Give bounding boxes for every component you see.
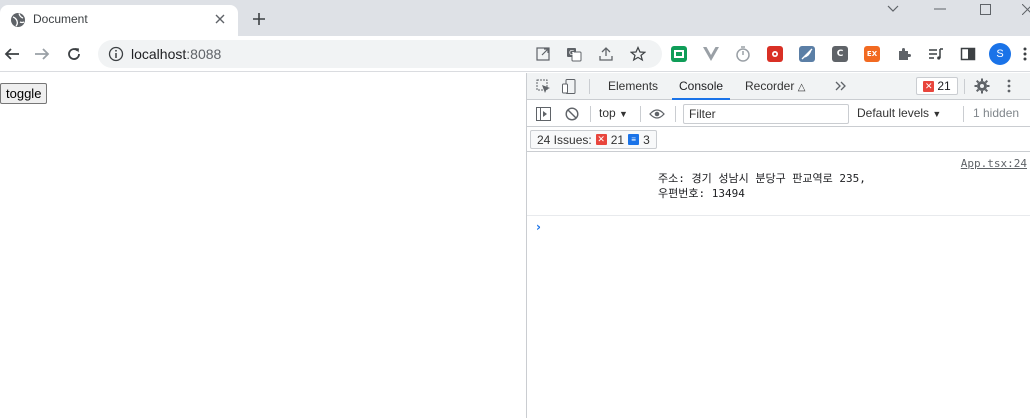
context-value: top <box>599 106 616 120</box>
tab-console[interactable]: Console <box>672 73 731 100</box>
log-levels-value: Default levels <box>857 106 930 120</box>
log-message: 주소: 경기 성남시 분당구 판교역로 235, 우편번호: 13494 <box>658 171 866 201</box>
tab-title: Document <box>33 12 88 26</box>
issues-info-count: 3 <box>643 132 650 147</box>
extensions-puzzle-icon[interactable] <box>896 46 912 62</box>
issues-button[interactable]: 24 Issues: ✕ 21 ≡ 3 <box>530 130 657 149</box>
toggle-button[interactable]: toggle <box>0 83 48 104</box>
url-port: :8088 <box>186 46 222 62</box>
devtools-tabbar: Elements Console Recorder △ ✕ 21 <box>527 73 1030 100</box>
separator <box>964 79 965 94</box>
separator <box>640 106 641 122</box>
inspect-element-icon[interactable] <box>535 78 551 94</box>
vue-devtools-extension-icon[interactable] <box>703 46 719 62</box>
tab-recorder[interactable]: Recorder △ <box>745 73 805 100</box>
c-extension-icon[interactable]: C <box>832 46 848 62</box>
bookmark-star-icon[interactable] <box>630 46 646 62</box>
sidebar-toggle-icon[interactable] <box>535 106 551 122</box>
svg-text:G: G <box>569 49 574 57</box>
forward-arrow-icon[interactable] <box>32 44 52 64</box>
console-toolbar: top ▼ Default levels ▼ 1 hidden <box>527 101 1030 127</box>
browser-toolbar: localhost:8088 G C EX S <box>0 36 1030 72</box>
maximize-icon[interactable] <box>970 0 1000 18</box>
side-panel-icon[interactable] <box>960 46 976 62</box>
console-log-entry: App.tsx:24 주소: 경기 성남시 분당구 판교역로 235, 우편번호:… <box>527 153 1030 216</box>
separator <box>589 79 590 94</box>
error-icon: ✕ <box>595 134 607 145</box>
globe-icon <box>10 12 26 28</box>
dropdown-arrow-icon: ▼ <box>619 109 628 119</box>
error-count: 21 <box>937 79 951 93</box>
ex-extension-icon[interactable]: EX <box>864 46 880 62</box>
console-filter-input[interactable] <box>683 104 849 124</box>
devtools-menu-icon[interactable] <box>1001 78 1017 94</box>
error-count-badge[interactable]: ✕ 21 <box>916 77 958 95</box>
issues-error-count: 21 <box>610 132 625 147</box>
minimize-icon[interactable] <box>925 0 955 18</box>
share-icon[interactable] <box>598 46 614 62</box>
close-window-icon[interactable] <box>1012 0 1030 18</box>
separator <box>590 106 591 122</box>
open-in-app-icon[interactable] <box>535 46 551 62</box>
reading-list-icon[interactable] <box>928 46 944 62</box>
close-tab-icon[interactable] <box>212 11 228 27</box>
separator <box>675 106 676 122</box>
info-message-icon: ≡ <box>628 134 640 145</box>
log-message-line: 우편번호: 13494 <box>658 187 745 200</box>
clear-console-icon[interactable] <box>564 106 580 122</box>
url-host: localhost <box>131 46 187 62</box>
red-puzzle-extension-icon[interactable] <box>767 46 783 62</box>
tab-strip: Document <box>0 0 1030 36</box>
back-arrow-icon[interactable] <box>2 44 22 64</box>
tab-recorder-label: Recorder <box>745 79 795 93</box>
tab-elements[interactable]: Elements <box>608 73 658 100</box>
dropdown-arrow-icon: ▼ <box>932 109 942 119</box>
blue-feather-extension-icon[interactable] <box>799 46 815 62</box>
reload-icon[interactable] <box>64 44 84 64</box>
issues-bar: 24 Issues: ✕ 21 ≡ 3 <box>527 128 1030 152</box>
site-info-icon[interactable] <box>108 46 124 62</box>
profile-avatar[interactable]: S <box>989 43 1011 65</box>
more-tabs-chevron-icon[interactable] <box>833 78 849 94</box>
error-icon: ✕ <box>923 80 935 92</box>
devtools-panel: Elements Console Recorder △ ✕ 21 top ▼ F… <box>526 73 1030 418</box>
settings-gear-icon[interactable] <box>974 78 990 94</box>
context-select[interactable]: top ▼ <box>599 106 628 120</box>
browser-menu-icon[interactable] <box>1020 46 1030 62</box>
log-message-line: 주소: 경기 성남시 분당구 판교역로 235, <box>658 172 866 185</box>
log-levels-select[interactable]: Default levels ▼ <box>857 106 941 120</box>
timer-extension-icon[interactable] <box>735 46 751 62</box>
console-prompt-chevron[interactable]: › <box>536 220 541 234</box>
hidden-count: 1 hidden <box>973 106 1020 120</box>
separator <box>963 106 964 122</box>
live-expression-eye-icon[interactable] <box>649 106 665 122</box>
new-tab-icon[interactable] <box>250 10 268 28</box>
flask-icon: △ <box>797 82 806 93</box>
device-toolbar-icon[interactable] <box>561 78 577 94</box>
address-bar[interactable]: localhost:8088 G <box>98 40 662 68</box>
tab-search-icon[interactable] <box>878 0 908 18</box>
log-source-link[interactable]: App.tsx:24 <box>961 157 1027 170</box>
green-screen-extension-icon[interactable] <box>671 46 687 62</box>
browser-tab[interactable]: Document <box>0 5 238 36</box>
url-text: localhost:8088 <box>131 46 221 62</box>
issues-label: 24 Issues: <box>537 132 592 147</box>
page-viewport: toggle <box>0 73 526 418</box>
translate-icon[interactable]: G <box>566 46 582 62</box>
